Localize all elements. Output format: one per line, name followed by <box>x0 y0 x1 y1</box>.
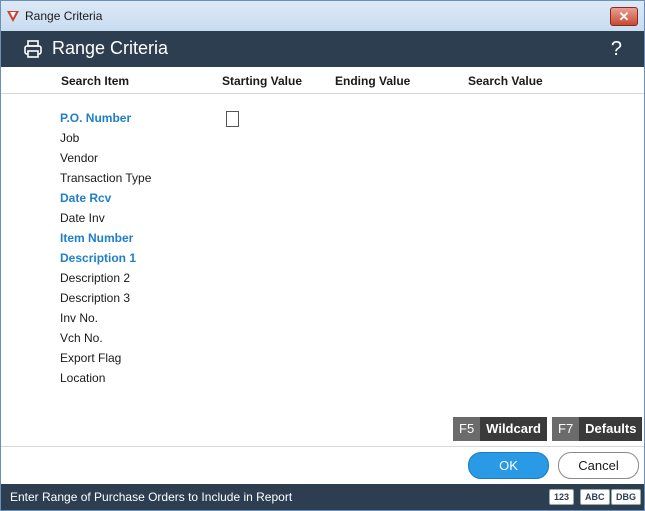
search-item-item-number[interactable]: Item Number <box>60 231 133 245</box>
f7-key-label: F7 <box>552 417 580 441</box>
search-item-vendor[interactable]: Vendor <box>60 151 98 165</box>
badge-abc: ABC <box>580 489 610 505</box>
divider <box>1 446 644 447</box>
close-button[interactable]: ✕ <box>610 7 638 26</box>
page-title: Range Criteria <box>52 38 169 58</box>
column-starting-value: Starting Value <box>222 74 303 88</box>
search-item-po-number[interactable]: P.O. Number <box>60 111 131 125</box>
window-title: Range Criteria <box>25 9 103 23</box>
badge-123: 123 <box>549 489 575 505</box>
column-search-value: Search Value <box>468 74 543 88</box>
defaults-button[interactable]: F7 Defaults <box>552 417 643 441</box>
search-item-export-flag[interactable]: Export Flag <box>60 351 121 365</box>
cancel-button[interactable]: Cancel <box>558 452 639 479</box>
search-item-date-inv[interactable]: Date Inv <box>60 211 105 225</box>
ok-button[interactable]: OK <box>468 452 549 479</box>
search-item-date-rcv[interactable]: Date Rcv <box>60 191 111 205</box>
search-item-description-3[interactable]: Description 3 <box>60 291 130 305</box>
wildcard-button[interactable]: F5 Wildcard <box>453 417 547 441</box>
status-message: Enter Range of Purchase Orders to Includ… <box>10 490 293 504</box>
search-item-inv-no[interactable]: Inv No. <box>60 311 98 325</box>
search-item-vch-no[interactable]: Vch No. <box>60 331 103 345</box>
search-item-transaction-type[interactable]: Transaction Type <box>60 171 151 185</box>
search-item-location[interactable]: Location <box>60 371 105 385</box>
column-headers: Search Item Starting Value Ending Value … <box>1 67 644 94</box>
search-item-description-1[interactable]: Description 1 <box>60 251 136 265</box>
search-item-job[interactable]: Job <box>60 131 79 145</box>
title-bar: Range Criteria ✕ <box>1 1 644 31</box>
range-criteria-window: Range Criteria ✕ Range Criteria ? Search… <box>0 0 645 511</box>
defaults-label: Defaults <box>579 417 643 441</box>
column-search-item: Search Item <box>61 74 130 88</box>
help-icon[interactable]: ? <box>611 38 622 61</box>
printer-icon <box>24 40 42 58</box>
dialog-header: Range Criteria ? <box>1 31 644 67</box>
column-ending-value: Ending Value <box>335 74 411 88</box>
app-logo-icon <box>7 11 19 22</box>
f5-key-label: F5 <box>453 417 481 441</box>
status-bar: Enter Range of Purchase Orders to Includ… <box>1 484 644 510</box>
starting-value-input[interactable] <box>226 111 239 127</box>
badge-dbg: DBG <box>611 489 641 505</box>
search-item-description-2[interactable]: Description 2 <box>60 271 130 285</box>
wildcard-label: Wildcard <box>480 417 547 441</box>
